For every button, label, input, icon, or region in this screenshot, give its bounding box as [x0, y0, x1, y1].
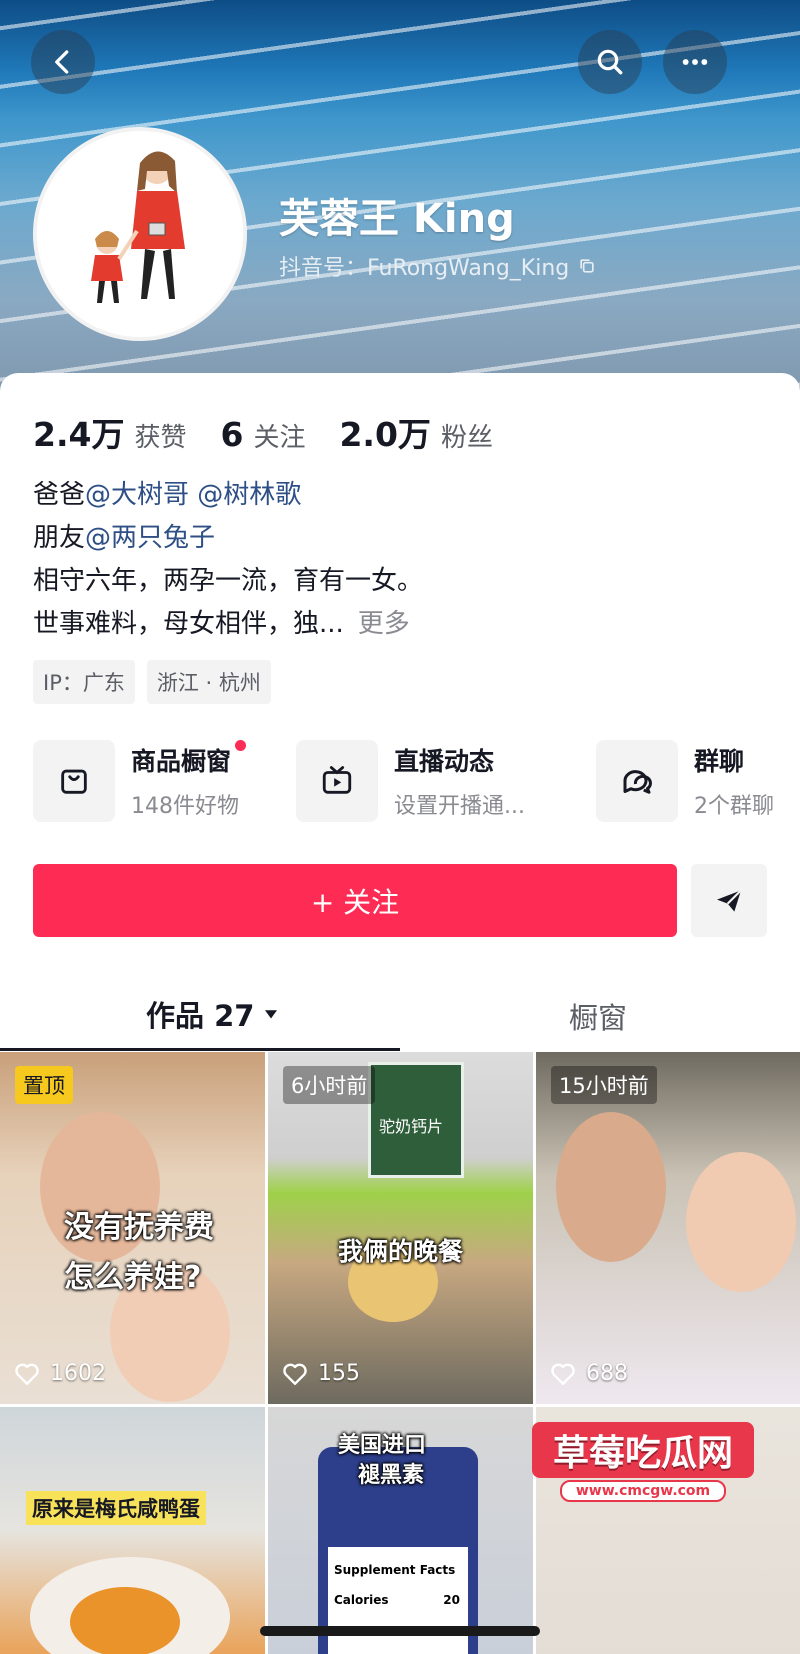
chat-icon: [623, 770, 652, 794]
search-button[interactable]: [578, 30, 642, 94]
video-thumbnail[interactable]: 15小时前 688: [536, 1052, 800, 1404]
feature-subtitle: 148件好物: [131, 794, 239, 819]
bottle-label-calories: Calories: [334, 1593, 389, 1607]
bio-text: 朋友: [33, 523, 86, 553]
like-count: 155: [282, 1361, 360, 1386]
feature-icon-box: [296, 740, 378, 822]
tag-row: IP：广东 浙江 · 杭州: [33, 660, 271, 704]
pinned-badge: 置顶: [15, 1066, 73, 1104]
bottle-label-value: 20: [443, 1593, 460, 1607]
bio-line-3: 相守六年，两孕一流，育有一女。: [33, 566, 424, 596]
feature-title: 商品橱窗: [131, 747, 232, 776]
video-thumbnail[interactable]: 驼奶钙片 6小时前 我俩的晚餐 155: [268, 1052, 533, 1404]
heart-icon: [15, 1363, 39, 1385]
copy-icon[interactable]: [577, 256, 597, 276]
chevron-left-icon: [55, 50, 69, 74]
thumb-yolk: [70, 1587, 180, 1654]
tab-works[interactable]: 作品 27: [146, 993, 280, 1035]
feature-icon-box: [596, 740, 678, 822]
followers-count[interactable]: 2.0万: [339, 408, 430, 456]
home-indicator: [260, 1626, 540, 1636]
mention-link[interactable]: @大树哥: [85, 480, 189, 510]
feature-live-updates[interactable]: 直播动态 设置开播通...: [296, 740, 525, 822]
caret-down-icon: [265, 1010, 278, 1019]
feature-title: 直播动态: [394, 747, 495, 776]
douyin-id[interactable]: 抖音号：FuRongWang_King: [279, 250, 597, 282]
follow-button[interactable]: + 关注: [33, 864, 677, 937]
feature-group-chat[interactable]: 群聊 2个群聊: [596, 740, 774, 822]
send-icon: [717, 889, 742, 912]
watermark-title: 草莓吃瓜网: [532, 1422, 754, 1478]
time-badge: 6小时前: [283, 1066, 376, 1104]
tab-works-label: 作品 27: [146, 999, 255, 1033]
video-caption: 怎么养娃?: [64, 1260, 202, 1295]
watermark: 草莓吃瓜网 www.cmcgw.com: [532, 1422, 754, 1502]
bio-line-1: 爸爸@大树哥 @树林歌: [33, 474, 423, 517]
feature-title: 群聊: [694, 747, 745, 776]
bio-line-2: 朋友@两只兔子: [33, 517, 423, 560]
more-button[interactable]: [663, 30, 727, 94]
tab-indicator: [0, 1048, 400, 1051]
back-button[interactable]: [31, 30, 95, 94]
following-label[interactable]: 关注: [253, 417, 305, 454]
video-caption: 美国进口: [338, 1433, 427, 1458]
avatar-illustration: [37, 131, 243, 337]
video-thumbnail[interactable]: 原来是梅氏咸鸭蛋: [0, 1407, 265, 1654]
followers-label[interactable]: 粉丝: [441, 417, 493, 454]
heart-icon: [551, 1363, 575, 1385]
bio-line-4: 世事难料，母女相伴，独... 更多: [33, 603, 423, 646]
bag-icon: [61, 769, 87, 794]
following-count[interactable]: 6: [220, 415, 243, 454]
video-thumbnail[interactable]: 置顶 没有抚养费 怎么养娃? 1602: [0, 1052, 265, 1404]
video-caption: 没有抚养费: [64, 1210, 214, 1245]
tab-showcase[interactable]: 橱窗: [569, 995, 627, 1037]
city-tag: 浙江 · 杭州: [146, 660, 271, 704]
bottle-label-title: Supplement Facts: [334, 1563, 456, 1577]
product-label: 驼奶钙片: [379, 1117, 444, 1136]
ip-location-tag: IP：广东: [33, 660, 135, 704]
bio-text: 爸爸: [33, 480, 86, 510]
watermark-url: www.cmcgw.com: [559, 1480, 727, 1502]
douyin-id-text: 抖音号：FuRongWang_King: [279, 256, 570, 281]
feature-subtitle: 设置开播通...: [394, 794, 525, 819]
feature-icon-box: [33, 740, 115, 822]
video-caption: 我俩的晚餐: [338, 1237, 464, 1266]
like-count: 688: [550, 1361, 628, 1386]
likes-label: 获赞: [134, 423, 187, 453]
search-icon: [597, 49, 623, 75]
more-dots-icon: [682, 59, 708, 65]
tv-icon: [322, 766, 352, 794]
video-thumbnail[interactable]: Supplement Facts Calories 20 美国进口 褪黑素: [268, 1407, 533, 1654]
avatar[interactable]: [33, 127, 247, 341]
bio-text: 世事难料，母女相伴，独...: [33, 609, 344, 639]
thumb-bottle-label: Supplement Facts Calories 20: [328, 1547, 468, 1654]
bio-more-link[interactable]: 更多: [358, 609, 410, 639]
like-count-value: 688: [586, 1361, 628, 1386]
profile-name: 芙蓉王 King: [279, 196, 515, 242]
notification-dot: [235, 740, 247, 751]
like-count: 1602: [14, 1361, 106, 1386]
likes-count: 2.4万: [33, 415, 125, 454]
like-count-value: 1602: [50, 1361, 106, 1386]
like-count-value: 155: [318, 1361, 360, 1386]
time-badge: 15小时前: [551, 1066, 657, 1104]
feature-subtitle: 2个群聊: [694, 794, 774, 819]
mention-link[interactable]: @树林歌: [197, 480, 301, 510]
stats-row: 2.4万 获赞 6 关注 2.0万 粉丝: [33, 408, 527, 456]
thumb-face: [556, 1112, 666, 1262]
share-button[interactable]: [691, 864, 767, 937]
bio: 爸爸@大树哥 @树林歌 朋友@两只兔子 相守六年，两孕一流，育有一女。 世事难料…: [33, 474, 423, 646]
thumb-child: [686, 1152, 796, 1292]
thumb-product-box: 驼奶钙片: [368, 1062, 464, 1178]
video-caption: 原来是梅氏咸鸭蛋: [26, 1491, 206, 1525]
mention-link[interactable]: @两只兔子: [85, 523, 215, 553]
heart-icon: [283, 1363, 307, 1385]
video-caption: 褪黑素: [358, 1463, 425, 1488]
feature-shop-window[interactable]: 商品橱窗 148件好物: [33, 740, 247, 822]
